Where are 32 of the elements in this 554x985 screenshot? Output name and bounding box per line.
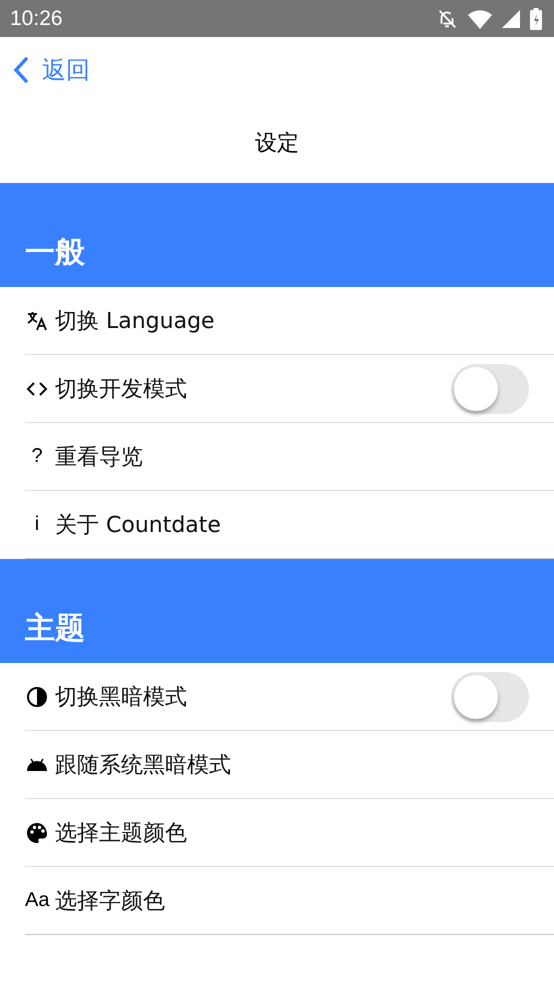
row-label: 切换 Language [55,308,215,336]
palette-icon [25,820,49,844]
settings-row[interactable]: 切换开发模式 [25,355,554,423]
row-label: 切换开发模式 [55,376,187,404]
settings-row[interactable]: ? 重看导览 [25,423,554,491]
battery-icon [530,8,542,30]
page-title: 设定 [255,130,299,158]
settings-row[interactable]: 选择主题颜色 [25,799,554,867]
contrast-icon [25,684,49,708]
toggle-switch[interactable] [451,672,529,722]
toggle-switch[interactable] [451,364,529,414]
back-button[interactable]: 返回 [12,54,90,86]
glyph-icon: Aa [25,889,49,912]
row-label: 关于 Countdate [55,512,221,540]
settings-row[interactable]: 跟随系统黑暗模式 [25,731,554,799]
section-title: 一般 [25,234,85,272]
settings-row[interactable]: 切换 Language [25,287,554,355]
bell-off-icon [436,8,458,30]
row-label: 选择字颜色 [55,888,165,916]
glyph-icon: ? [25,445,49,468]
row-label: 选择主题颜色 [55,820,187,848]
chevron-left-icon [12,56,30,84]
signal-icon [502,10,520,28]
section-title: 主题 [25,610,85,648]
row-label: 切换黑暗模式 [55,684,187,712]
glyph-icon: i [25,513,49,536]
row-label: 跟随系统黑暗模式 [55,752,231,780]
row-label: 重看导览 [55,444,143,472]
status-time: 10:26 [10,6,63,30]
settings-row[interactable]: 切换黑暗模式 [25,663,554,731]
settings-row[interactable]: Aa 选择字颜色 [25,867,554,935]
wifi-icon [468,8,492,28]
